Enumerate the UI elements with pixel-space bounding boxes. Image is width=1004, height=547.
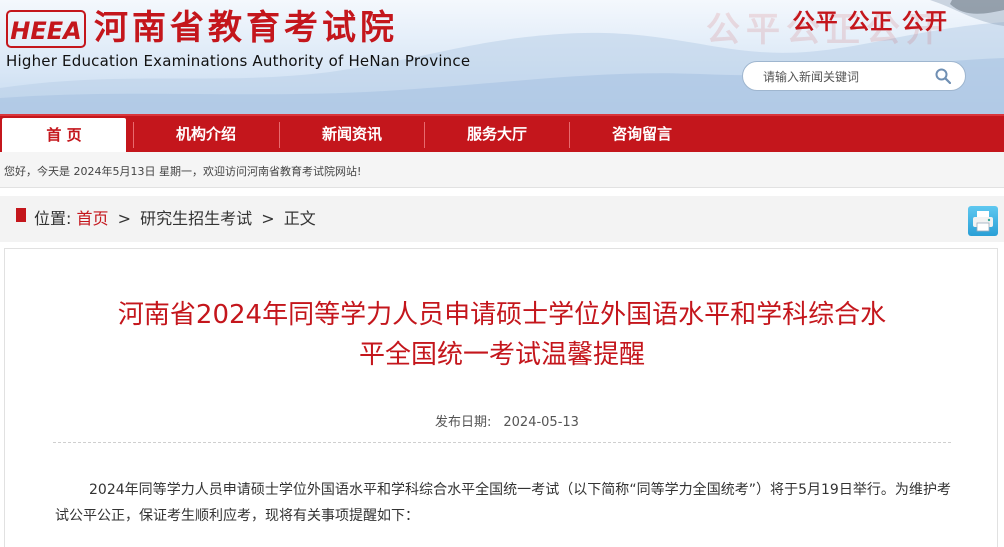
site-title: 河南省教育考试院 xyxy=(94,8,398,48)
title-divider xyxy=(53,442,951,443)
breadcrumb-marker xyxy=(16,208,26,222)
article-paragraph: 2024年同等学力人员申请硕士学位外国语水平和学科综合水平全国统一考试（以下简称… xyxy=(55,482,951,524)
search-input[interactable] xyxy=(761,66,925,88)
nav-item-about[interactable]: 机构介绍 xyxy=(134,116,278,152)
breadcrumb-home-link[interactable]: 首页 xyxy=(77,209,109,228)
article-title: 河南省2024年同等学力人员申请硕士学位外国语水平和学科综合水 平全国统一考试温… xyxy=(117,300,887,370)
heea-logo: HEEA xyxy=(6,10,86,48)
slogan: 公平 公正 公开 xyxy=(792,9,948,35)
breadcrumb-separator: > xyxy=(117,209,132,228)
publish-date-label: 发布日期: xyxy=(435,415,492,430)
print-icon xyxy=(973,211,993,232)
site-subtitle: Higher Education Examinations Authority … xyxy=(6,52,471,70)
article-panel: 河南省2024年同等学力人员申请硕士学位外国语水平和学科综合水 平全国统一考试温… xyxy=(4,248,998,547)
breadcrumb: 位置: 首页 > 研究生招生考试 > 正文 xyxy=(34,205,316,229)
welcome-bar: 您好，今天是 2024年5月13日 星期一，欢迎访问河南省教育考试院网站! xyxy=(0,152,1004,188)
search-box[interactable] xyxy=(742,61,966,91)
breadcrumb-label: 位置: xyxy=(34,209,72,228)
nav-item-messages[interactable]: 咨询留言 xyxy=(570,116,714,152)
nav-item-services[interactable]: 服务大厅 xyxy=(425,116,569,152)
site-header: HEEA 河南省教育考试院 Higher Education Examinati… xyxy=(0,0,1004,114)
main-nav: 首 页 机构介绍 新闻资讯 服务大厅 咨询留言 xyxy=(0,114,1004,152)
nav-item-news[interactable]: 新闻资讯 xyxy=(280,116,424,152)
search-icon[interactable] xyxy=(935,68,951,84)
heea-logo-text: HEEA xyxy=(10,17,81,45)
publish-date: 发布日期: 2024-05-13 xyxy=(435,411,579,430)
publish-date-value: 2024-05-13 xyxy=(503,415,579,430)
breadcrumb-separator: > xyxy=(261,209,275,228)
print-button[interactable] xyxy=(968,206,998,236)
breadcrumb-bar: 位置: 首页 > 研究生招生考试 > 正文 xyxy=(0,196,1004,242)
nav-item-home[interactable]: 首 页 xyxy=(2,118,126,152)
breadcrumb-section[interactable]: 研究生招生考试 xyxy=(140,209,252,228)
breadcrumb-current: 正文 xyxy=(283,209,316,228)
